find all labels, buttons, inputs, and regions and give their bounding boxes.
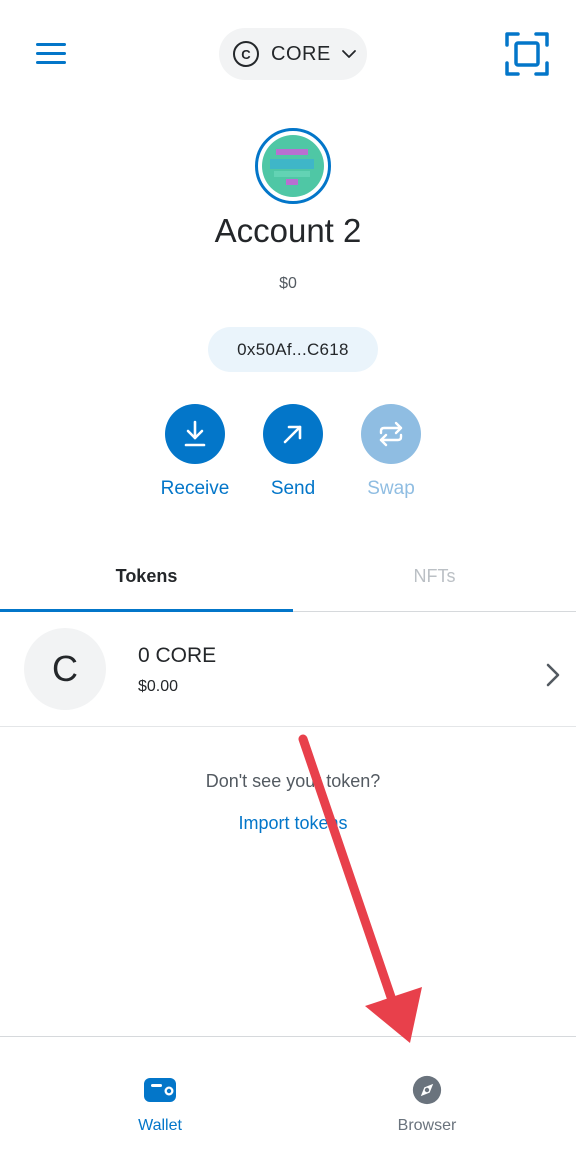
top-bar: C CORE (0, 0, 576, 110)
token-logo: C (24, 628, 106, 710)
network-icon: C (233, 41, 259, 67)
network-label: CORE (271, 42, 331, 65)
account-balance: $0 (279, 275, 297, 292)
send-icon-circle (263, 404, 323, 464)
swap-icon (379, 421, 403, 447)
account-address[interactable]: 0x50Af...C618 (208, 327, 378, 372)
download-icon (184, 420, 206, 447)
swap-label: Swap (367, 478, 415, 499)
wallet-icon (144, 1078, 176, 1102)
receive-label: Receive (160, 478, 230, 499)
import-tokens-link[interactable]: Import tokens (0, 813, 576, 834)
bottom-navigation: Wallet Browser (0, 1036, 576, 1162)
send-label: Send (270, 478, 316, 499)
identicon (262, 135, 324, 197)
asset-tabs: Tokens NFTs (0, 540, 576, 612)
compass-icon (412, 1075, 442, 1105)
swap-icon-circle (361, 404, 421, 464)
send-button[interactable]: Send (253, 404, 333, 500)
missing-token-text: Don't see your token? (205, 771, 381, 791)
nav-wallet-label: Wallet (138, 1117, 182, 1134)
chevron-right-icon (546, 663, 560, 687)
qr-scan-icon[interactable] (504, 31, 550, 77)
token-row-core[interactable]: C 0 CORE $0.00 (0, 612, 576, 727)
receive-icon-circle (165, 404, 225, 464)
network-selector[interactable]: C CORE (219, 28, 367, 80)
nav-wallet[interactable]: Wallet (16, 1037, 304, 1162)
chevron-down-icon (341, 50, 356, 58)
tab-tokens[interactable]: Tokens (0, 540, 293, 612)
token-fiat-value: $0.00 (138, 678, 179, 695)
nav-browser[interactable]: Browser (283, 1037, 571, 1162)
receive-button[interactable]: Receive (155, 404, 235, 500)
nav-browser-label: Browser (397, 1117, 457, 1134)
account-avatar[interactable] (255, 128, 331, 204)
arrow-up-right-icon (283, 425, 302, 444)
tab-nfts[interactable]: NFTs (293, 540, 576, 612)
swap-button[interactable]: Swap (351, 404, 431, 500)
token-amount: 0 CORE (138, 644, 217, 667)
account-name[interactable]: Account 2 (0, 212, 576, 250)
hamburger-menu-icon[interactable] (34, 40, 68, 68)
